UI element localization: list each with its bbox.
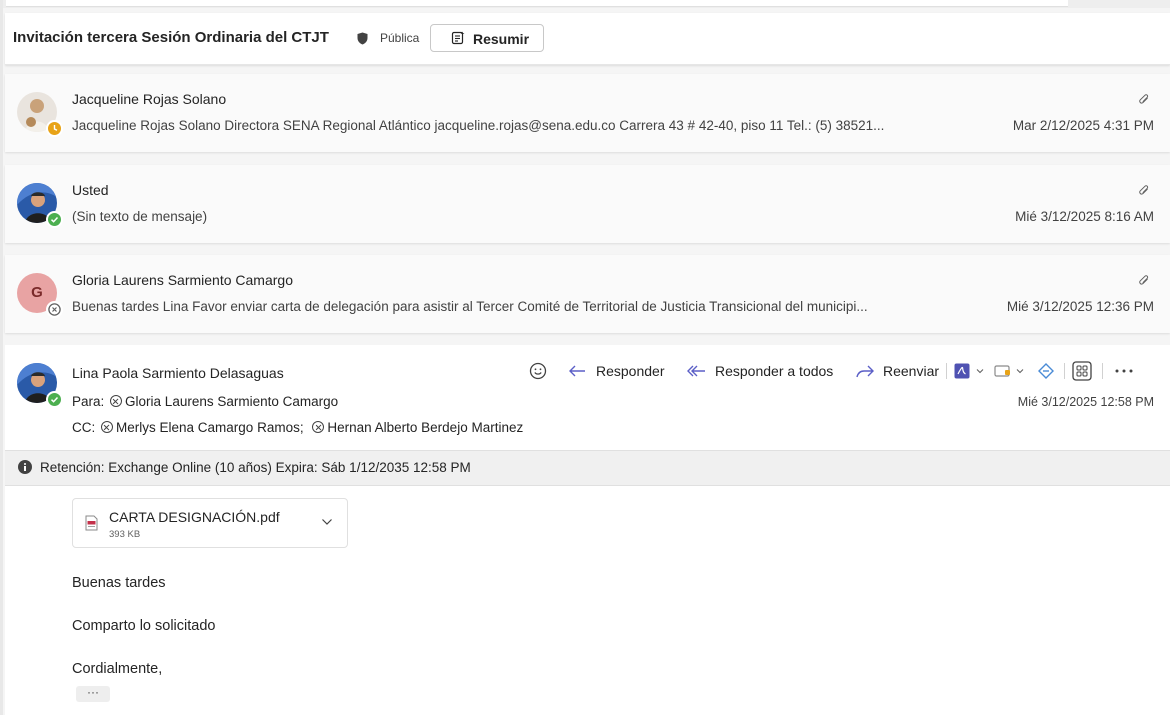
- sender-name: Jacqueline Rojas Solano: [72, 91, 227, 107]
- recipient-remove-icon: [312, 421, 325, 433]
- attachment-size: 393 KB: [109, 529, 141, 540]
- message-item[interactable]: Usted (Sin texto de mensaje) Mié 3/12/20…: [5, 165, 1170, 243]
- apps-button[interactable]: [1072, 359, 1092, 383]
- info-icon: [18, 460, 32, 474]
- recipient-remove-icon: [110, 395, 123, 407]
- presence-away-icon: [46, 120, 63, 137]
- sender-name: Gloria Laurens Sarmiento Camargo: [72, 272, 293, 288]
- show-more-button[interactable]: ···: [76, 686, 110, 702]
- summarize-button[interactable]: Resumir: [430, 24, 544, 52]
- adobe-pdf-button[interactable]: [954, 359, 985, 383]
- reply-label: Responder: [596, 363, 665, 379]
- apps-grid-icon: [1072, 361, 1092, 381]
- cc-recipient[interactable]: Hernan Alberto Berdejo Martinez: [327, 420, 523, 435]
- smiley-icon: [529, 362, 547, 380]
- emoji-button[interactable]: [529, 359, 547, 383]
- message-date: Mié 3/12/2025 12:58 PM: [1017, 395, 1154, 409]
- retention-banner: Retención: Exchange Online (10 años) Exp…: [5, 450, 1170, 486]
- cc-line: CC: Merlys Elena Camargo Ramos; Hernan A…: [72, 420, 523, 435]
- avatar-initial: G: [31, 284, 43, 301]
- presence-available-icon: [46, 391, 63, 408]
- message-preview: (Sin texto de mensaje): [72, 209, 208, 224]
- retention-text: Retención: Exchange Online (10 años) Exp…: [40, 460, 471, 475]
- toolbar-separator: [1102, 363, 1103, 379]
- message-date: Mié 3/12/2025 8:16 AM: [1015, 209, 1154, 224]
- summarize-label: Resumir: [473, 31, 530, 47]
- to-recipient[interactable]: Gloria Laurens Sarmiento Camargo: [125, 394, 338, 409]
- attachment-card[interactable]: CARTA DESIGNACIÓN.pdf 393 KB: [72, 498, 348, 548]
- template-icon: [994, 365, 1010, 377]
- paperclip-icon: [1139, 94, 1149, 104]
- body-line: Buenas tardes: [72, 575, 166, 591]
- sender-name: Lina Paola Sarmiento Delasaguas: [72, 365, 284, 381]
- presence-offline-icon: [46, 301, 63, 318]
- pdf-file-icon: [85, 515, 98, 531]
- more-icon: [1115, 369, 1133, 373]
- message-item[interactable]: Jacqueline Rojas Solano Jacqueline Rojas…: [5, 74, 1170, 152]
- open-message: Lina Paola Sarmiento Delasaguas Responde…: [5, 345, 1170, 715]
- loop-button[interactable]: [1037, 359, 1055, 383]
- chevron-down-icon: [1016, 369, 1024, 374]
- subject-bar: Invitación tercera Sesión Ordinaria del …: [5, 13, 1170, 65]
- sender-name: Usted: [72, 182, 109, 198]
- left-border: [0, 0, 3, 715]
- message-header: Lina Paola Sarmiento Delasaguas Responde…: [5, 345, 1170, 448]
- reply-all-icon: [687, 365, 705, 377]
- message-item[interactable]: G Gloria Laurens Sarmiento Camargo Buena…: [5, 255, 1170, 333]
- reply-all-button[interactable]: Responder a todos: [687, 359, 833, 383]
- message-date: Mié 3/12/2025 12:36 PM: [1006, 299, 1154, 314]
- visibility-label: Pública: [380, 31, 420, 45]
- loop-icon: [1038, 363, 1054, 379]
- reply-button[interactable]: Responder: [568, 359, 665, 383]
- paperclip-icon: [1139, 185, 1149, 195]
- reply-icon: [569, 365, 585, 377]
- body-line: Cordialmente,: [72, 661, 163, 677]
- recipient-remove-icon: [101, 421, 114, 433]
- reply-all-label: Responder a todos: [715, 363, 834, 379]
- shield-icon: [357, 32, 368, 45]
- chevron-down-icon: [976, 369, 984, 374]
- more-actions-button[interactable]: [1114, 359, 1134, 383]
- presence-available-icon: [46, 211, 63, 228]
- message-date: Mar 2/12/2025 4:31 PM: [1012, 118, 1154, 133]
- message-preview: Buenas tardes Lina Favor enviar carta de…: [72, 299, 868, 314]
- paperclip-icon: [1139, 275, 1149, 285]
- top-band: [0, 0, 1170, 8]
- body-line: Comparto lo solicitado: [72, 618, 216, 634]
- to-line: Para: Gloria Laurens Sarmiento Camargo: [72, 394, 338, 409]
- forward-icon: [856, 365, 874, 378]
- forward-button[interactable]: Reenviar: [855, 359, 939, 383]
- adobe-pdf-icon: [954, 363, 970, 379]
- attachment-name: CARTA DESIGNACIÓN.pdf: [109, 509, 280, 525]
- to-label: Para:: [72, 394, 105, 409]
- cc-recipient[interactable]: Merlys Elena Camargo Ramos;: [116, 420, 304, 435]
- apps-dropdown-button[interactable]: [994, 359, 1025, 383]
- toolbar-separator: [946, 363, 947, 379]
- chevron-down-icon[interactable]: [321, 518, 333, 526]
- summarize-icon: [451, 31, 465, 45]
- email-subject: Invitación tercera Sesión Ordinaria del …: [13, 29, 329, 46]
- cc-label: CC:: [72, 420, 96, 435]
- message-preview: Jacqueline Rojas Solano Directora SENA R…: [72, 118, 885, 133]
- toolbar-separator: [1064, 363, 1065, 379]
- forward-label: Reenviar: [883, 363, 940, 379]
